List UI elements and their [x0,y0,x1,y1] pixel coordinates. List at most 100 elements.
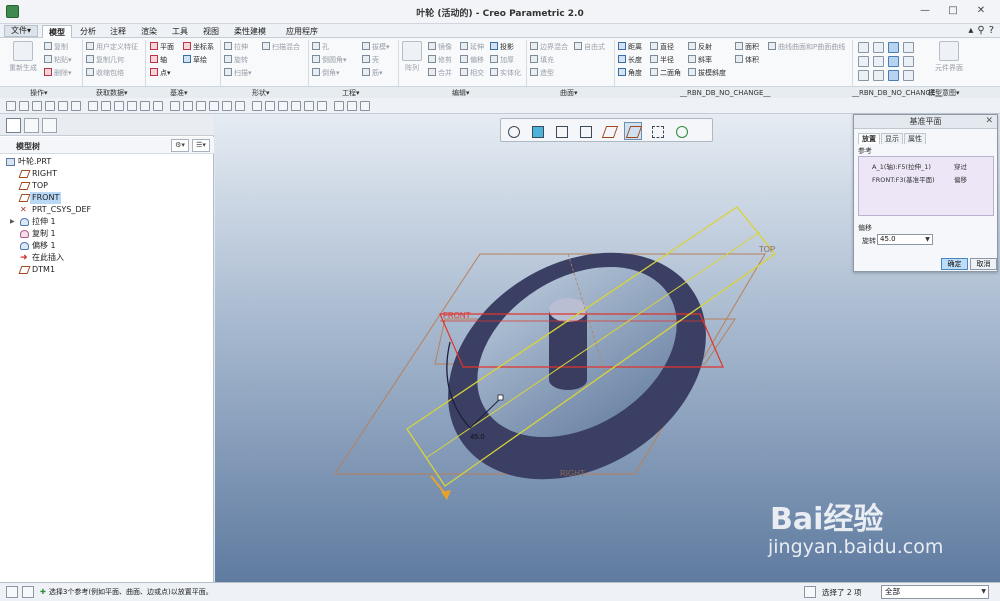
area-button[interactable]: 面积 [735,42,759,53]
expand-icon[interactable]: ▶ [10,216,15,228]
selection-filter-icon[interactable] [804,586,816,598]
shading-icon[interactable] [291,101,301,111]
tree-item-part[interactable]: 叶轮.PRT [0,156,214,168]
tab-render[interactable]: 渲染 [135,25,163,38]
windows-icon[interactable] [170,101,180,111]
print-icon[interactable] [58,101,68,111]
radius-button[interactable]: 半径 [650,55,674,66]
distance-button[interactable]: 距离 [618,42,642,53]
solidify-button[interactable]: 实体化 [490,68,521,79]
file-menu[interactable]: 文件▾ [4,25,39,37]
model-tree-tab-icon[interactable] [6,118,21,133]
intersect-button[interactable]: 相交 [460,68,484,79]
switch-window-icon[interactable] [183,101,193,111]
boundary-blend-button[interactable]: 边界混合 [530,42,568,53]
diameter-button[interactable]: 直径 [650,42,674,53]
swept-blend-button[interactable]: 扫描混合 [262,42,300,53]
udf-button[interactable]: 用户定义特征 [86,42,138,53]
cut-icon[interactable] [196,101,206,111]
redo-icon[interactable] [114,101,124,111]
tab-view[interactable]: 视图 [197,25,225,38]
reference-item[interactable]: A_1(轴):F5(拉伸_1) [872,161,931,171]
minimize-button[interactable]: — [912,3,938,19]
save-copy-icon[interactable] [45,101,55,111]
favorites-tab-icon[interactable] [42,118,57,133]
component-interface-button[interactable]: 元件界面 [934,41,964,73]
trim-button[interactable]: 修剪 [428,55,452,66]
undo-list-icon[interactable] [101,101,111,111]
pattern-button[interactable]: 阵列 [401,41,423,73]
draft-slope-button[interactable]: 拔模斜度 [688,68,726,79]
dialog-close-icon[interactable]: ✕ [985,116,993,126]
axis-button[interactable]: 轴 [150,55,167,66]
angle-button[interactable]: 角度 [618,68,642,79]
close-window-icon[interactable] [71,101,81,111]
plane-button[interactable]: 平面 [150,42,174,53]
group-engineering[interactable]: 工程▾ [342,88,360,98]
axis-display-icon[interactable] [888,56,899,67]
help-icon[interactable]: ? [989,25,994,36]
shrinkwrap-button[interactable]: 收缩包络 [86,68,124,79]
close-button[interactable]: ✕ [968,3,994,19]
slope-button[interactable]: 斜率 [688,55,712,66]
tree-item-front[interactable]: FRONT [0,192,214,204]
group-edit[interactable]: 编辑▾ [452,88,470,98]
tree-item-offset[interactable]: 偏移 1 [0,240,214,252]
toggle-navigator-icon[interactable] [6,586,18,598]
reference-icon[interactable] [858,70,869,81]
maximize-button[interactable]: □ [940,3,966,19]
tab-annotation[interactable]: 注释 [104,25,132,38]
point-button[interactable]: 点▾ [150,68,171,79]
tab-display[interactable]: 显示 [881,133,903,144]
perspective-icon[interactable] [304,101,314,111]
group-operations[interactable]: 操作▾ [30,88,48,98]
annotation-display-icon[interactable] [334,101,344,111]
copy-button[interactable]: 复制 [44,42,68,53]
rotation-drag-handle[interactable] [497,394,504,401]
relations-icon[interactable] [903,42,914,53]
browser-icon[interactable] [22,586,34,598]
point-display-icon[interactable] [873,70,884,81]
publish-geometry-icon[interactable] [903,56,914,67]
tab-tools[interactable]: 工具 [166,25,194,38]
datum-display-icon[interactable] [317,101,327,111]
pan-icon[interactable] [265,101,275,111]
reference-item[interactable]: FRONT:F3(基准平面) [872,174,935,184]
tab-analysis[interactable]: 分析 [74,25,102,38]
undo-icon[interactable] [88,101,98,111]
collapse-ribbon-icon[interactable]: ▴ [968,25,973,36]
chamfer-button[interactable]: 倒角▾ [312,68,340,79]
tree-item-top[interactable]: TOP [0,180,214,192]
regenerate-button[interactable]: 重新生成 [6,41,40,73]
merge-button[interactable]: 合并 [428,68,452,79]
extrude-button[interactable]: 拉伸 [224,42,248,53]
smart-filter-select[interactable]: 全部 ▼ [881,585,989,599]
cancel-button[interactable]: 取消 [970,258,997,270]
spin-center-icon[interactable] [209,101,219,111]
revolve-button[interactable]: 旋转 [224,55,248,66]
switch-dimensions-icon[interactable] [873,56,884,67]
search-icon[interactable]: ⚲ [977,25,984,36]
ok-button[interactable]: 确定 [941,258,968,270]
tab-placement[interactable]: 放置 [858,133,880,144]
style-button[interactable]: 造型 [530,68,554,79]
zoom-out-icon[interactable] [235,101,245,111]
redo-list-icon[interactable] [127,101,137,111]
tree-item-csys[interactable]: ✕ PRT_CSYS_DEF [0,204,214,216]
tree-item-extrude[interactable]: ▶ 拉伸 1 [0,216,214,228]
orient-icon[interactable] [347,101,357,111]
group-shape[interactable]: 形状▾ [252,88,270,98]
reference-constraint[interactable]: 穿过 [954,161,967,171]
folder-browser-tab-icon[interactable] [24,118,39,133]
curvature-button[interactable]: 曲线曲面和P曲面曲线 [768,42,845,53]
sweep-button[interactable]: 扫描▾ [224,68,252,79]
dihedral-button[interactable]: 二面角 [650,68,681,79]
draft-button[interactable]: 拔模▾ [362,42,390,53]
tree-settings-icon[interactable]: ⚙▾ [171,139,189,152]
refit-icon[interactable] [252,101,262,111]
new-icon[interactable] [6,101,16,111]
rotation-angle-label[interactable]: 45.0 [470,432,485,441]
save-icon[interactable] [32,101,42,111]
group-datum[interactable]: 基准▾ [170,88,188,98]
tab-applications[interactable]: 应用程序 [280,25,324,38]
